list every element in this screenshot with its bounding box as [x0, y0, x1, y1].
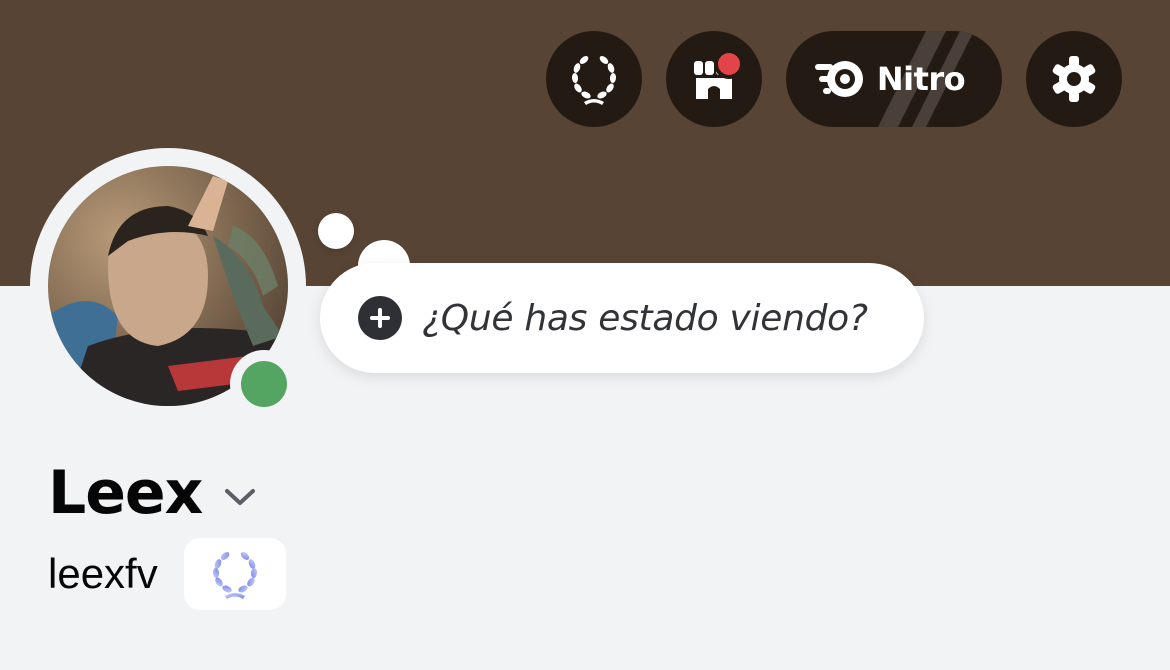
- settings-button[interactable]: [1026, 31, 1122, 127]
- online-status-indicator: [241, 361, 287, 407]
- profile-badge[interactable]: [183, 538, 286, 610]
- custom-status-bubble[interactable]: ¿Qué has estado viendo?: [320, 263, 924, 373]
- nitro-label: Nitro: [876, 60, 966, 98]
- custom-status-prompt: ¿Qué has estado viendo?: [422, 297, 868, 339]
- gear-icon: [1052, 56, 1096, 102]
- thought-bubble-dot-small: [318, 213, 354, 249]
- display-name: Leex: [48, 458, 203, 528]
- username: leexfv: [48, 550, 158, 597]
- notification-dot: [718, 53, 740, 75]
- display-name-row[interactable]: Leex: [48, 458, 256, 528]
- quests-button[interactable]: [546, 31, 642, 127]
- laurel-wreath-icon: [571, 56, 617, 105]
- plus-icon: [358, 296, 402, 340]
- nitro-button[interactable]: Nitro: [786, 31, 1002, 127]
- nitro-icon: [814, 61, 863, 97]
- shop-button[interactable]: [666, 31, 762, 127]
- chevron-down-icon[interactable]: [224, 487, 256, 507]
- laurel-wreath-badge-icon: [212, 552, 257, 599]
- username-row: leexfv: [48, 538, 286, 610]
